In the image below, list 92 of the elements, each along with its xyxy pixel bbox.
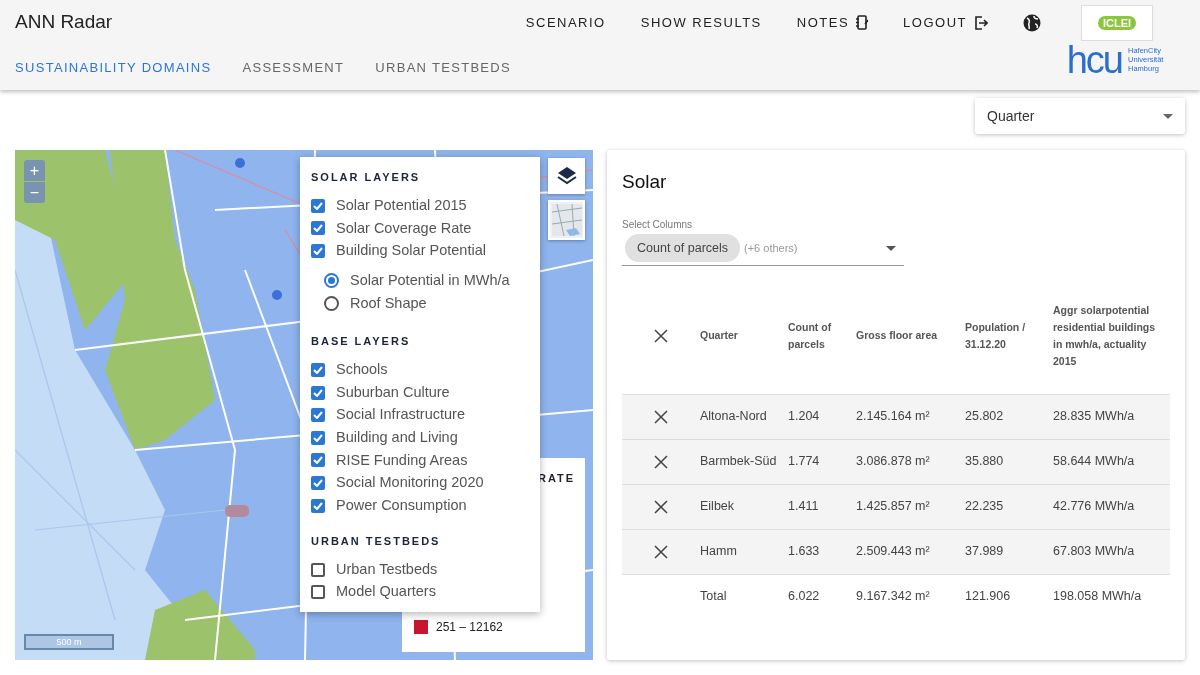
legend-label: 251 – 12162 <box>436 619 503 636</box>
checkbox[interactable] <box>311 198 325 213</box>
checkbox[interactable] <box>311 585 325 600</box>
table-cell-text: 2.145.164 m² <box>856 408 931 425</box>
remove-icon[interactable] <box>654 328 668 343</box>
nav-link[interactable]: NOTES <box>796 12 869 33</box>
app-title: ANN Radar <box>15 10 114 35</box>
checkbox[interactable] <box>311 562 325 577</box>
nav-link[interactable]: SHOW RESULTS <box>640 12 762 33</box>
remove-icon[interactable] <box>654 499 668 514</box>
column-select[interactable]: Count of parcels (+6 others) <box>622 231 904 266</box>
remove-icon[interactable] <box>654 544 668 559</box>
layer-label[interactable]: Social Monitoring 2020 <box>336 472 484 494</box>
table-cell-text: 22.235 <box>965 498 1005 515</box>
layer-label[interactable]: Suburban Culture <box>336 381 450 404</box>
region-select[interactable]: Quarter <box>975 98 1185 134</box>
layer-label[interactable]: Solar Potential 2015 <box>336 194 467 217</box>
column-header: Population / 31.12.20 <box>965 319 1027 352</box>
globe-icon[interactable] <box>1023 13 1041 32</box>
table-cell-text: 58.644 MWh/a <box>1053 453 1136 470</box>
checkbox[interactable] <box>311 453 325 468</box>
checkbox[interactable] <box>311 221 325 236</box>
table-cell-text: Barmbek-Süd <box>700 453 778 470</box>
layer-label[interactable]: Model Quarters <box>336 581 436 604</box>
remove-icon[interactable] <box>654 409 668 424</box>
layer-label[interactable]: RISE Funding Areas <box>336 449 468 472</box>
checkbox[interactable] <box>311 498 325 513</box>
hcu-logo: hcu <box>1066 40 1122 79</box>
table-cell-text: 28.835 MWh/a <box>1053 408 1136 425</box>
nav-tab[interactable]: URBAN TESTBEDS <box>375 57 511 78</box>
column-header: Aggr solarpotential residential buildings in mwh/a, actuality 2015 <box>1053 302 1157 369</box>
option-label[interactable]: Solar Potential in MWh/a <box>350 269 510 292</box>
dropdown-caret-icon <box>1163 113 1173 119</box>
column-header: Count of parcels <box>788 319 833 352</box>
checkbox[interactable] <box>311 244 325 258</box>
layer-label[interactable]: Schools <box>336 359 388 381</box>
table-cell-text: Hamm <box>700 543 738 560</box>
table-cell-text: 1.425.857 m² <box>856 498 931 515</box>
table-cell-text: 1.204 <box>788 408 821 425</box>
table-cell-text: 1.774 <box>788 453 821 470</box>
nav-link[interactable]: LOGOUT <box>903 12 988 33</box>
logout-icon <box>974 15 988 30</box>
iclei-logo: ICLEI <box>1081 4 1153 41</box>
remove-icon[interactable] <box>654 454 668 469</box>
total-cell-text: 9.167.342 m² <box>856 588 931 606</box>
map-thumbnail-icon <box>551 204 582 236</box>
table-cell-text: 1.411 <box>788 498 820 515</box>
checkbox[interactable] <box>311 430 325 445</box>
table-cell-text: 2.509.443 m² <box>856 543 931 560</box>
total-cell-text: 198.058 MWh/a <box>1053 588 1143 606</box>
table-cell-text: 1.633 <box>788 543 821 560</box>
total-cell-text: 121.906 <box>965 588 1012 606</box>
table-cell-text: 3.086.878 m² <box>856 453 931 470</box>
table-cell-text: 37.989 <box>965 543 1005 560</box>
table-cell-text: 35.880 <box>965 453 1005 470</box>
nav-tab[interactable]: ASSESSMENT <box>242 57 345 78</box>
layers-button[interactable] <box>548 158 585 194</box>
total-cell-text: 6.022 <box>788 588 821 606</box>
section-heading: URBAN TESTBEDS <box>311 533 442 549</box>
layer-label[interactable]: Solar Coverage Rate <box>336 217 472 240</box>
layer-label[interactable]: Social Infrastructure <box>336 404 465 427</box>
checkbox[interactable] <box>311 408 325 423</box>
nav-link[interactable]: SCENARIO <box>525 12 606 33</box>
notebook-icon <box>856 15 869 30</box>
table-cell-text: Altona-Nord <box>700 408 768 425</box>
table-cell-text: 67.803 MWh/a <box>1053 543 1136 560</box>
total-cell-text: Total <box>700 588 728 606</box>
table-cell-text: Eilbek <box>700 498 736 515</box>
checkbox[interactable] <box>311 363 325 378</box>
field-label: Select Columns <box>622 217 694 232</box>
more-count: (+6 others) <box>744 240 799 256</box>
table-cell-text: 25.802 <box>965 408 1005 425</box>
radio-button[interactable] <box>324 273 339 289</box>
layer-label[interactable]: Power Consumption <box>336 494 467 517</box>
section-heading: BASE LAYERS <box>311 334 412 350</box>
column-header: Quarter <box>700 328 739 343</box>
nav-tab[interactable]: SUSTAINABILITY DOMAINS <box>15 57 212 78</box>
layer-label[interactable]: Building Solar Potential <box>336 240 486 262</box>
column-header: Gross floor area <box>856 328 939 343</box>
layer-label[interactable]: Building and Living <box>336 427 458 449</box>
card-title: Solar <box>622 170 668 194</box>
layer-label[interactable]: Urban Testbeds <box>336 558 438 581</box>
selected-chip: Count of parcels <box>625 234 741 262</box>
section-heading: SOLAR LAYERS <box>311 170 422 185</box>
layers-icon <box>556 166 577 186</box>
checkbox[interactable] <box>311 476 325 491</box>
table-cell-text: 42.776 MWh/a <box>1053 498 1136 515</box>
dropdown-caret-icon <box>886 245 896 251</box>
checkbox[interactable] <box>311 385 325 400</box>
radio-button[interactable] <box>324 296 339 312</box>
option-label[interactable]: Roof Shape <box>350 292 427 315</box>
scale-bar: 500 m <box>24 634 114 650</box>
